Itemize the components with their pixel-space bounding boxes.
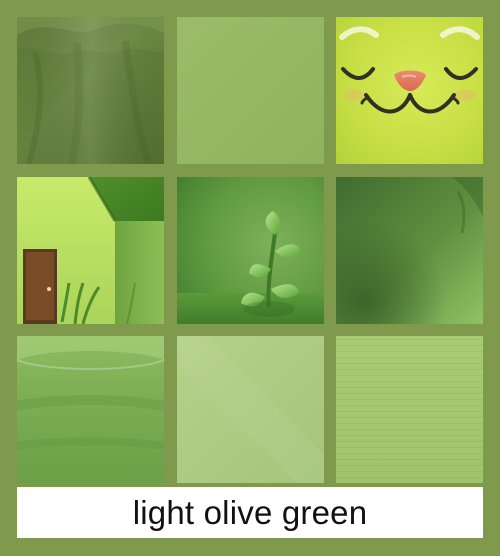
cat-face-image	[336, 17, 483, 164]
house-image	[17, 177, 164, 324]
swatch-image	[177, 17, 324, 164]
textured-swatch-tile	[336, 336, 483, 483]
color-name-label: light olive green	[132, 494, 368, 531]
solid-swatch-tile	[177, 17, 324, 164]
green-gradient-tile	[336, 177, 483, 324]
color-name-banner: light olive green	[17, 487, 483, 538]
plant-image	[177, 177, 324, 324]
rounded-surface-tile	[17, 336, 164, 483]
fabric-image	[17, 17, 164, 164]
swatch-image	[177, 336, 324, 483]
texture-image	[336, 336, 483, 483]
light-swatch-tile	[177, 336, 324, 483]
draped-fabric-tile	[17, 17, 164, 164]
gradient-image	[336, 177, 483, 324]
bowl-surface-image	[17, 336, 164, 483]
plant-tile	[177, 177, 324, 324]
cat-face-tile	[336, 17, 483, 164]
house-tile	[17, 177, 164, 324]
swatch-board: light olive green	[0, 0, 500, 556]
